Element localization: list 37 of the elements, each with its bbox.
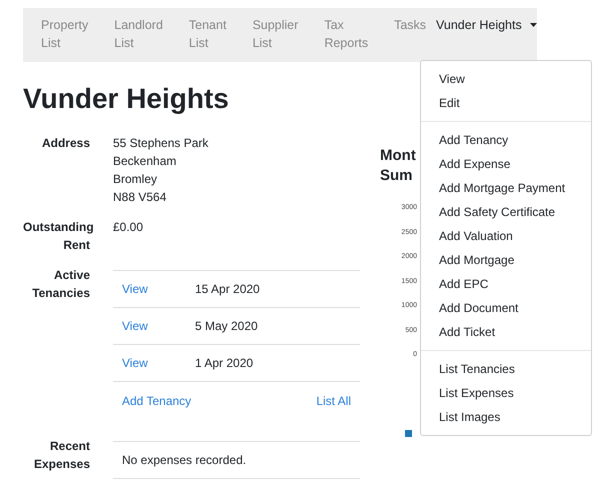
table-cell: 15 Apr 2020 [195,282,260,296]
address-line: N88 V564 [113,189,168,206]
view-link[interactable]: View [122,319,195,333]
menu-item[interactable]: List Images [421,405,591,429]
menu-item[interactable]: Add EPC [421,272,591,296]
menu-item[interactable]: Add Expense [421,152,591,176]
page-title: Vunder Heights [23,82,229,116]
menu-item[interactable]: Edit [421,91,591,115]
chart-title: Mont [380,146,417,166]
view-link[interactable]: View [122,282,195,296]
menu-item[interactable]: List Tenancies [421,357,591,381]
empty-message: No expenses recorded. [122,453,246,467]
menu-item[interactable]: Add Mortgage [421,248,591,272]
menu-item[interactable]: Add Mortgage Payment [421,176,591,200]
field-label: Address [40,135,90,152]
legend-swatch [405,430,412,436]
menu-item[interactable]: Add Safety Certificate [421,200,591,224]
address-line: 55 Stephens Park [113,135,210,152]
menu-item[interactable]: Add Valuation [421,224,591,248]
caret-icon [530,23,537,27]
field-label: Active Tenancies [31,267,90,302]
menu-item[interactable]: Add Document [421,296,591,320]
list-all-link[interactable]: List All [316,394,351,408]
nav-dropdown[interactable]: Vunder Heights [436,16,537,34]
address-line: Beckenham [113,153,178,170]
menu-item[interactable]: List Expenses [421,381,591,405]
chart-title: Sum [380,166,414,186]
address-line: Bromley [113,171,158,188]
view-link[interactable]: View [122,356,195,370]
add-tenancy-link[interactable]: Add Tenancy [122,394,192,408]
table-cell: 5 May 2020 [195,319,258,333]
field-label: Recent Expenses [32,438,90,473]
menu-item[interactable]: Add Ticket [421,320,591,344]
menu-item[interactable]: View [421,67,591,91]
menu-item[interactable]: Add Tenancy [421,128,591,152]
rent-value: £0.00 [113,219,144,236]
table-cell: 1 Apr 2020 [195,356,254,370]
